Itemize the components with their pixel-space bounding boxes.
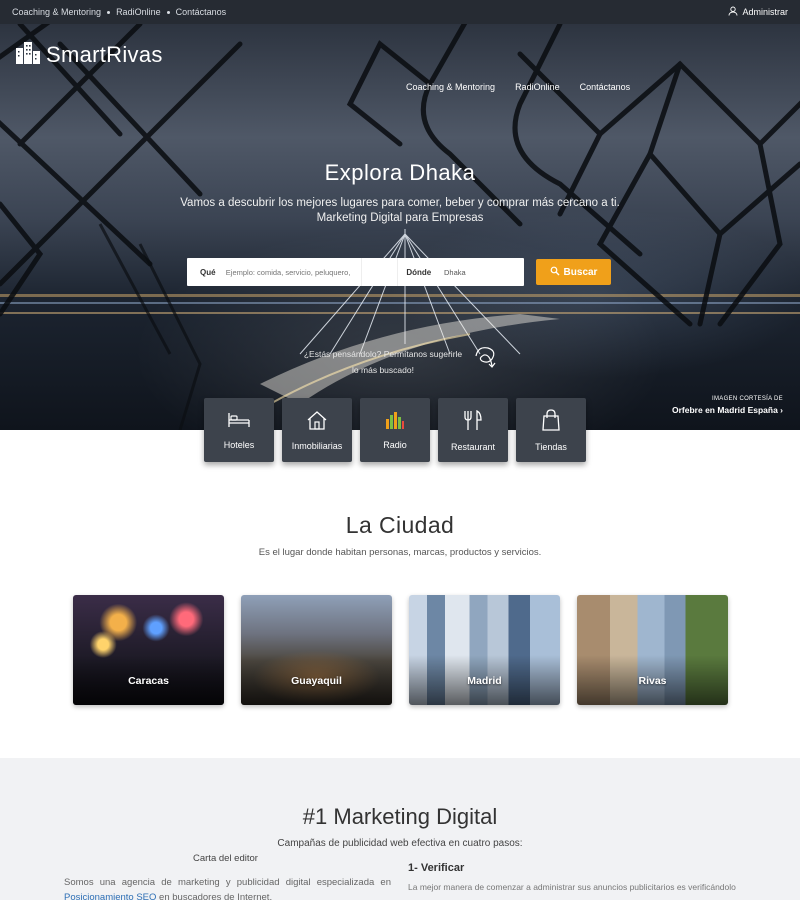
city-card-guayaquil[interactable]: Guayaquil [241, 595, 392, 705]
what-input[interactable] [225, 267, 355, 277]
user-icon [728, 6, 738, 18]
category-inmobiliarias[interactable]: Inmobiliarias [282, 398, 352, 462]
cutlery-icon [462, 409, 484, 436]
city-name: Guayaquil [291, 675, 342, 687]
top-links: Coaching & Mentoring RadiOnline Contácta… [12, 7, 226, 17]
nav-item-contact[interactable]: Contáctanos [580, 82, 631, 92]
marketing-section: #1 Marketing Digital Campañas de publici… [0, 758, 800, 900]
step1-text: La mejor manera de comenzar a administra… [408, 882, 736, 892]
category-label: Radio [383, 439, 407, 450]
nav-item-radionline[interactable]: RadiOnline [515, 82, 560, 92]
city-card-rivas[interactable]: Rivas [577, 595, 728, 705]
editor-letter-body: Somos una agencia de marketing y publici… [64, 877, 391, 888]
marketing-title: #1 Marketing Digital [302, 804, 498, 829]
brand-name: SmartRivas [46, 41, 163, 67]
city-name: Madrid [467, 675, 502, 687]
marketing-subtitle: Campañas de publicidad web efectiva en c… [277, 838, 523, 849]
hero-subtitle-line2: Marketing Digital para Empresas [316, 212, 484, 224]
city-card-caracas[interactable]: Caracas [73, 595, 224, 705]
separator-dot [166, 10, 170, 14]
city-cards: Caracas Guayaquil Madrid Rivas [73, 595, 728, 705]
where-input[interactable] [444, 267, 525, 277]
curved-arrow-icon [470, 342, 500, 377]
editor-letter-tail: en buscadores de Internet. [156, 892, 273, 900]
credit-caption: IMAGEN CORTESÍA DE [712, 396, 783, 402]
search-button-label: Buscar [563, 266, 598, 278]
shopping-bag-icon [541, 408, 561, 436]
equalizer-icon [385, 411, 405, 434]
editor-letter-text: Somos una agencia de marketing y publici… [64, 875, 391, 900]
credit-link[interactable]: Orfebre en Madrid España › [672, 405, 783, 415]
step1-title: 1- Verificar [408, 862, 465, 874]
nav-item-coaching[interactable]: Coaching & Mentoring [406, 82, 495, 92]
top-link-coaching[interactable]: Coaching & Mentoring [12, 7, 101, 17]
category-restaurant[interactable]: Restaurant [438, 398, 508, 462]
separator-dot [107, 10, 111, 14]
hero-subtitle: Vamos a descubrir los mejores lugares pa… [0, 196, 800, 226]
field-divider [360, 258, 399, 286]
search-button[interactable]: Buscar [536, 259, 611, 285]
admin-link[interactable]: Administrar [728, 6, 788, 18]
city-name: Caracas [128, 675, 169, 687]
ciudad-subtitle: Es el lugar donde habitan personas, marc… [258, 547, 542, 558]
ciudad-title: La Ciudad [345, 512, 455, 538]
category-tiles: Hoteles Inmobiliarias Radio Restaurant T… [204, 398, 586, 462]
category-tiendas[interactable]: Tiendas [516, 398, 586, 462]
category-hoteles[interactable]: Hoteles [204, 398, 274, 462]
city-card-madrid[interactable]: Madrid [409, 595, 560, 705]
main-nav: Coaching & Mentoring RadiOnline Contácta… [406, 82, 630, 92]
category-label: Hoteles [223, 439, 255, 450]
brand-logo[interactable]: SmartRivas [15, 40, 163, 69]
buildings-icon [15, 40, 41, 69]
bed-icon [227, 411, 251, 434]
category-label: Restaurant [450, 441, 496, 452]
category-radio[interactable]: Radio [360, 398, 430, 462]
top-link-radionline[interactable]: RadiOnline [116, 7, 161, 17]
seo-link[interactable]: Posicionamiento SEO [64, 892, 156, 900]
top-bar: Coaching & Mentoring RadiOnline Contácta… [0, 0, 800, 24]
category-label: Inmobiliarias [291, 440, 343, 451]
hero-section: SmartRivas Coaching & Mentoring RadiOnli… [0, 24, 800, 430]
category-label: Tiendas [535, 441, 567, 452]
suggestion-line2: lo más buscado! [352, 365, 414, 375]
suggestion-text[interactable]: ¿Estás pensándolo? Permítanos sugerirle … [298, 346, 468, 378]
top-link-contact[interactable]: Contáctanos [176, 7, 227, 17]
editor-letter-title: Carta del editor [193, 853, 258, 864]
hero-title: Explora Dhaka [324, 160, 476, 185]
hero-subtitle-line1: Vamos a descubrir los mejores lugares pa… [180, 197, 620, 209]
suggestion-line1: ¿Estás pensándolo? Permítanos sugerirle [303, 349, 463, 359]
search-icon [550, 266, 560, 279]
image-credit: IMAGEN CORTESÍA DE Orfebre en Madrid Esp… [672, 396, 783, 415]
what-label: Qué [200, 267, 216, 277]
house-icon [306, 410, 328, 435]
city-name: Rivas [638, 675, 667, 687]
where-label: Dónde [406, 267, 432, 277]
admin-label: Administrar [742, 7, 788, 17]
search-form: Qué Dónde [187, 258, 525, 286]
